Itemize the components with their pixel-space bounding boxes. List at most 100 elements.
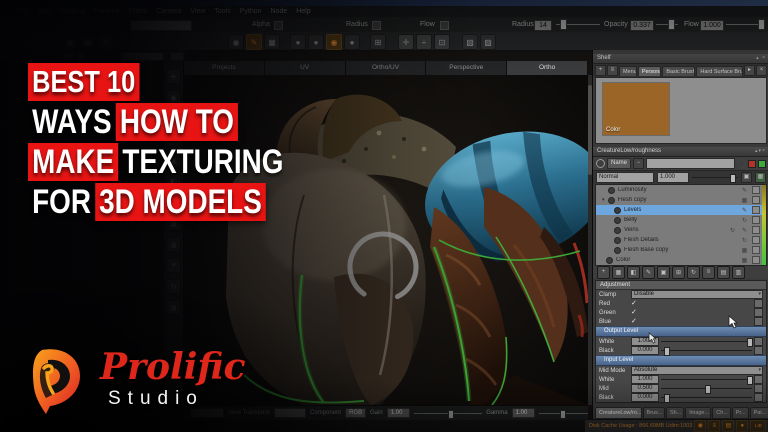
menu-shading[interactable]: Shading <box>59 6 85 17</box>
lock-icon[interactable]: ▣ <box>741 172 752 183</box>
shelf-menu-icon[interactable]: ≡ <box>607 65 618 76</box>
grid-view-icon[interactable]: ⊞ <box>370 34 386 50</box>
reset-button[interactable] <box>754 299 763 308</box>
shelf-tab-basic-brushes[interactable]: Basic Brushes <box>662 66 695 76</box>
output-white-value[interactable]: 1.000 <box>631 337 659 346</box>
menu-node[interactable]: Node <box>271 6 288 17</box>
visibility-eye-icon[interactable] <box>606 257 613 264</box>
input-white-value[interactable]: 1.000 <box>631 375 659 384</box>
layer-link-icon[interactable] <box>752 206 760 214</box>
opacity-slider-handle[interactable] <box>668 19 675 30</box>
paint-brush-icon[interactable]: ✎ <box>246 34 262 50</box>
select-tool-icon[interactable]: ◉ <box>228 34 244 50</box>
undo-icon[interactable]: ↻ <box>98 34 114 50</box>
radius-checkbox[interactable] <box>372 21 381 30</box>
add-shelf-icon[interactable]: + <box>595 65 606 76</box>
zoom-tool-icon[interactable]: ÷ <box>416 34 432 50</box>
menu-file[interactable]: File <box>18 6 29 17</box>
panel-tab-channels[interactable]: Ch... <box>712 407 731 419</box>
merge-layers-icon[interactable]: ▣ <box>657 266 670 279</box>
layer-row[interactable]: Luminosity ✎ <box>596 185 766 195</box>
slider-handle[interactable] <box>747 338 753 347</box>
menu-tools[interactable]: Tools <box>214 6 230 17</box>
reset-button[interactable] <box>754 346 763 355</box>
cache-icon[interactable]: ▦ <box>755 172 766 183</box>
layer-row-selected[interactable]: Levels ✎ <box>596 205 766 215</box>
project-icon[interactable]: ▦ <box>62 34 78 50</box>
falloff-dropdown[interactable] <box>120 52 164 61</box>
blue-checkbox[interactable]: ✓ <box>631 317 637 326</box>
share-layer-icon[interactable]: ≡ <box>702 266 715 279</box>
panel-collapse-close-icons[interactable]: ▴▾× <box>755 147 766 156</box>
visibility-eye-icon[interactable] <box>614 217 621 224</box>
status-grid-icon[interactable]: ▤ <box>722 420 734 432</box>
reset-button[interactable] <box>754 317 763 326</box>
reset-button[interactable] <box>754 375 763 384</box>
input-level-section[interactable]: Input Level <box>596 355 766 366</box>
slider-handle[interactable] <box>705 385 711 394</box>
filter-mode-dropdown[interactable]: Name <box>607 158 631 169</box>
airbrush-icon[interactable]: ● <box>344 34 360 50</box>
panel-tab-brushes[interactable]: Brus... <box>643 407 665 419</box>
layer-row[interactable]: Color ▦ <box>596 255 766 265</box>
shelf-panel-header[interactable]: Shelf ▴ × <box>593 54 768 64</box>
add-group-icon[interactable]: ▦ <box>612 266 625 279</box>
menu-edit[interactable]: Edit <box>38 6 50 17</box>
flow-value[interactable]: 1.000 <box>700 20 724 31</box>
visibility-eye-icon[interactable] <box>614 237 621 244</box>
component-dropdown[interactable]: RGB <box>345 408 366 418</box>
gain-slider-handle[interactable] <box>448 410 454 419</box>
flow-slider-handle[interactable] <box>758 19 765 30</box>
input-white-slider[interactable] <box>661 379 752 380</box>
save-icon[interactable]: ▤ <box>80 34 96 50</box>
tab-ortho-uv[interactable]: Ortho/UV <box>346 61 427 75</box>
history-clock-icon[interactable] <box>737 159 746 168</box>
layers-panel-header[interactable]: CreatureLow/roughness ▴▾× <box>593 147 768 157</box>
clone-tool-icon[interactable]: ▨ <box>480 34 496 50</box>
reset-button[interactable] <box>754 384 763 393</box>
color-swatch[interactable]: Color <box>602 82 670 136</box>
layer-group-row[interactable]: ▾ Flesh copy ▦ <box>596 195 766 205</box>
output-level-section[interactable]: Output Level <box>596 326 766 337</box>
add-mask-icon[interactable]: ✎ <box>642 266 655 279</box>
gamma-slider-handle[interactable] <box>560 410 566 419</box>
radius-slider-handle[interactable] <box>560 19 567 30</box>
reset-button[interactable] <box>754 337 763 346</box>
input-black-value[interactable]: 0.000 <box>631 393 659 402</box>
visibility-eye-icon[interactable] <box>608 197 615 204</box>
panel-collapse-close-icons[interactable]: ▴ × <box>756 54 766 63</box>
slider-handle[interactable] <box>664 394 670 403</box>
add-adjustment-icon[interactable]: ◧ <box>627 266 640 279</box>
panel-tab-shaders[interactable]: Sh... <box>666 407 684 419</box>
menu-help[interactable]: Help <box>296 6 310 17</box>
panel-tab-channel[interactable]: CreatureLow/ro... <box>595 407 642 419</box>
slider-handle[interactable] <box>747 376 753 385</box>
toolbar-button[interactable] <box>64 52 74 61</box>
layer-row[interactable]: Flesh Base copy ▦ <box>596 245 766 255</box>
mirror-tool-icon[interactable]: ▧ <box>462 34 478 50</box>
visibility-eye-icon[interactable] <box>614 247 621 254</box>
group-expand-caret-icon[interactable]: ▾ <box>602 197 605 203</box>
green-channel-chip[interactable] <box>758 160 766 168</box>
menu-camera[interactable]: Camera <box>156 6 181 17</box>
layer-row[interactable]: Veins ↻ ✎ <box>596 225 766 235</box>
layer-row[interactable]: Flesh Details ↻ <box>596 235 766 245</box>
pan-tool-icon[interactable]: ✛ <box>398 34 414 50</box>
gamma-value[interactable]: 1.00 <box>512 408 536 418</box>
visibility-eye-icon[interactable] <box>614 227 621 234</box>
transform-tool-icon[interactable]: ⊡ <box>434 34 450 50</box>
output-white-slider[interactable] <box>661 341 752 342</box>
gain-slider-track[interactable] <box>414 413 482 414</box>
menu-filters[interactable]: Filters <box>128 6 147 17</box>
status-list-icon[interactable]: ≡ <box>708 420 720 432</box>
warp-tool-icon[interactable]: ≡ <box>166 258 181 273</box>
blend-amount-value[interactable]: 1.000 <box>657 172 689 183</box>
active-brush-icon[interactable]: ◉ <box>326 34 342 50</box>
visibility-eye-icon[interactable] <box>614 207 621 214</box>
menu-painting[interactable]: Painting <box>94 6 119 17</box>
cache-layer-icon[interactable]: ▤ <box>717 266 730 279</box>
view-transform-dropdown[interactable] <box>274 408 306 418</box>
layer-link-icon[interactable] <box>752 226 760 234</box>
remove-layer-icon[interactable]: ▥ <box>732 266 745 279</box>
panel-tab-projects[interactable]: Pr... <box>732 407 749 419</box>
